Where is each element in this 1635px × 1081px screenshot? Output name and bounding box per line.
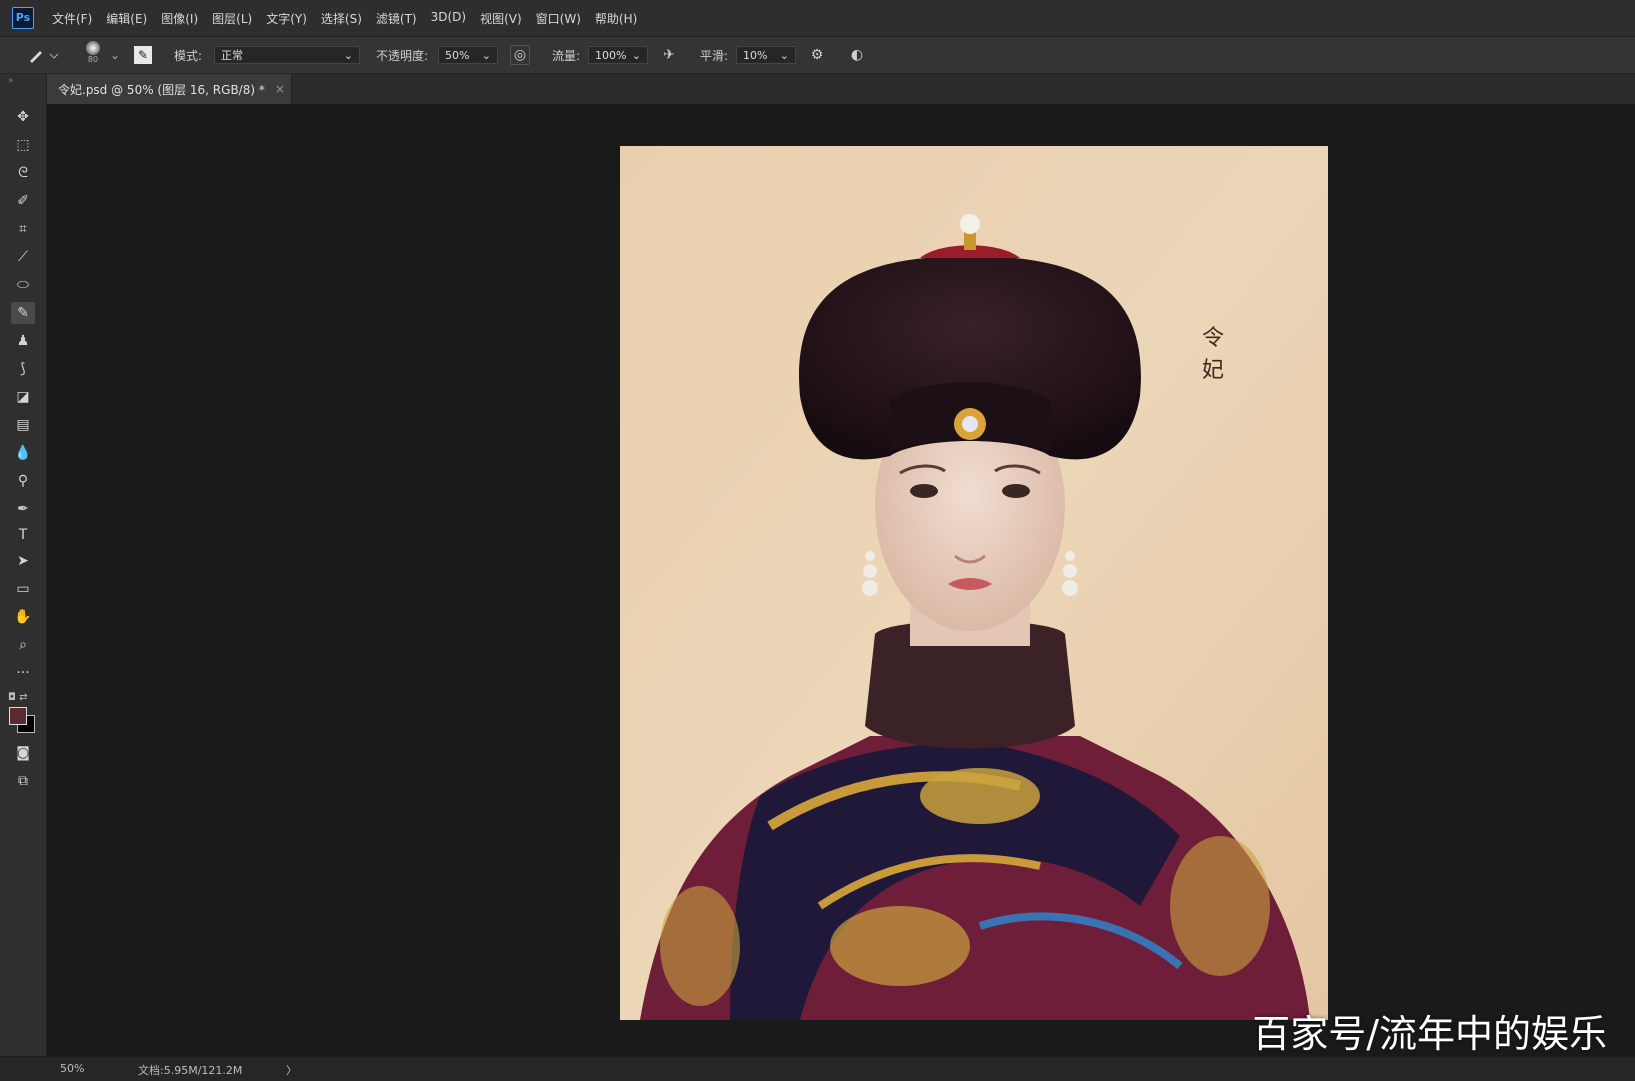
painting-caption-line2: 妃 xyxy=(1202,358,1225,383)
chevron-down-icon: ⌄ xyxy=(631,48,641,62)
brush-settings-toggle[interactable]: ✎ xyxy=(134,45,152,65)
pressure-opacity-icon[interactable]: ◎ xyxy=(510,45,530,65)
close-icon[interactable]: × xyxy=(275,82,285,96)
menu-items: 文件(F) 编辑(E) 图像(I) 图层(L) 文字(Y) 选择(S) 滤镜(T… xyxy=(52,10,637,27)
menu-file[interactable]: 文件(F) xyxy=(52,10,92,27)
tools-panel: » ✥ ⬚ ᘓ ✐ ⌗ ⟋ ⬭ ✎ ♟ ⟆ ◪ ▤ 💧 ⚲ ✒ T ➤ ▭ ✋ … xyxy=(0,74,47,1080)
document-size: 文档:5.95M/121.2M xyxy=(138,1064,243,1077)
document-tab-title: 令妃.psd @ 50% (图层 16, RGB/8) * xyxy=(58,82,265,97)
menu-layer[interactable]: 图层(L) xyxy=(212,10,252,27)
flow-value: 100% xyxy=(595,48,627,62)
menu-window[interactable]: 窗口(W) xyxy=(536,10,581,27)
history-brush-icon[interactable]: ⟆ xyxy=(11,358,35,380)
mode-select[interactable]: 正常 ⌄ xyxy=(214,46,360,64)
status-menu-arrow[interactable]: 〉 xyxy=(286,1062,297,1078)
default-colors-icon[interactable]: ◘ ⇄ xyxy=(8,692,27,703)
chevron-down-icon: ⌄ xyxy=(481,48,491,62)
pen-icon[interactable]: ✒ xyxy=(11,498,35,520)
shape-icon[interactable]: ▭ xyxy=(11,578,35,600)
color-swatches[interactable] xyxy=(8,706,36,734)
menu-view[interactable]: 视图(V) xyxy=(480,10,522,27)
watermark-text: 百家号/流年中的娱乐 xyxy=(1252,1012,1607,1056)
brush-panel-icon: ✎ xyxy=(134,46,152,64)
menu-bar: Ps 文件(F) 编辑(E) 图像(I) 图层(L) 文字(Y) 选择(S) 滤… xyxy=(0,0,1635,37)
gradient-icon[interactable]: ▤ xyxy=(11,414,35,436)
panel-collapse-icon[interactable]: » xyxy=(8,76,14,86)
painting-caption-line1: 令 xyxy=(1202,326,1225,351)
smoothing-value: 10% xyxy=(743,48,768,62)
quick-mask-icon[interactable]: ◙ xyxy=(11,742,35,764)
menu-3d[interactable]: 3D(D) xyxy=(431,10,466,27)
mode-value: 正常 xyxy=(221,49,243,62)
type-icon[interactable]: T xyxy=(11,524,35,546)
crop-icon[interactable]: ⌗ xyxy=(11,218,35,240)
path-select-icon[interactable]: ➤ xyxy=(11,550,35,572)
chevron-down-icon: ⌄ xyxy=(110,48,121,62)
brush-preset-icon xyxy=(30,51,59,63)
chevron-down-icon: ⌄ xyxy=(779,48,789,62)
hand-icon[interactable]: ✋ xyxy=(11,606,35,628)
brush-size-value: 80 xyxy=(87,55,99,64)
flow-label: 流量: xyxy=(552,48,581,63)
smoothing-input[interactable]: 10% ⌄ xyxy=(736,46,796,64)
gear-icon[interactable]: ⚙ xyxy=(808,46,826,64)
zoom-icon[interactable]: ⌕ xyxy=(11,634,35,656)
menu-image[interactable]: 图像(I) xyxy=(161,10,198,27)
document-tab[interactable]: 令妃.psd @ 50% (图层 16, RGB/8) * × xyxy=(46,74,292,104)
opacity-value: 50% xyxy=(445,48,470,62)
document-canvas[interactable]: 令 妃 xyxy=(620,146,1328,1020)
portrait-artwork xyxy=(620,146,1328,1020)
airbrush-icon[interactable]: ✈ xyxy=(660,46,678,64)
tool-preset-picker[interactable] xyxy=(24,45,60,65)
dodge-icon[interactable]: ⚲ xyxy=(11,470,35,492)
options-bar: 80 ⌄ ✎ 模式: 正常 ⌄ 不透明度: 50% ⌄ ◎ 流量: 100% ⌄… xyxy=(0,37,1635,74)
mode-label: 模式: xyxy=(174,48,203,63)
menu-help[interactable]: 帮助(H) xyxy=(595,10,637,27)
move-icon[interactable]: ✥ xyxy=(11,106,35,128)
foreground-color-swatch[interactable] xyxy=(9,707,27,725)
menu-type[interactable]: 文字(Y) xyxy=(266,10,307,27)
status-bar: 50% 文档:5.95M/121.2M 〉 xyxy=(0,1056,1635,1081)
opacity-label: 不透明度: xyxy=(376,48,429,63)
brush-tip-icon xyxy=(86,41,100,55)
menu-select[interactable]: 选择(S) xyxy=(321,10,362,27)
menu-edit[interactable]: 编辑(E) xyxy=(106,10,147,27)
brush-icon[interactable]: ✎ xyxy=(11,302,35,324)
stamp-icon[interactable]: ♟ xyxy=(11,330,35,352)
marquee-icon[interactable]: ⬚ xyxy=(11,134,35,156)
blur-icon[interactable]: 💧 xyxy=(11,442,35,464)
lasso-icon[interactable]: ᘓ xyxy=(11,162,35,184)
brush-size-dropdown[interactable]: ⌄ xyxy=(110,45,120,65)
menu-filter[interactable]: 滤镜(T) xyxy=(376,10,417,27)
healing-icon[interactable]: ⬭ xyxy=(11,274,35,296)
screen-mode-icon[interactable]: ⧉ xyxy=(11,770,35,792)
eraser-icon[interactable]: ◪ xyxy=(11,386,35,408)
opacity-input[interactable]: 50% ⌄ xyxy=(438,46,498,64)
photoshop-logo-icon[interactable]: Ps xyxy=(12,7,34,29)
flow-input[interactable]: 100% ⌄ xyxy=(588,46,648,64)
quick-select-icon[interactable]: ✐ xyxy=(11,190,35,212)
more-icon[interactable]: ··· xyxy=(11,662,35,684)
smoothing-label: 平滑: xyxy=(700,48,729,63)
document-tab-bar: 令妃.psd @ 50% (图层 16, RGB/8) * × xyxy=(46,74,1635,104)
eyedropper-icon[interactable]: ⟋ xyxy=(11,246,35,268)
brush-size-picker[interactable]: 80 xyxy=(80,41,106,69)
chevron-down-icon: ⌄ xyxy=(343,48,353,62)
zoom-level[interactable]: 50% xyxy=(60,1062,84,1075)
pressure-size-icon[interactable]: ◐ xyxy=(848,46,866,64)
